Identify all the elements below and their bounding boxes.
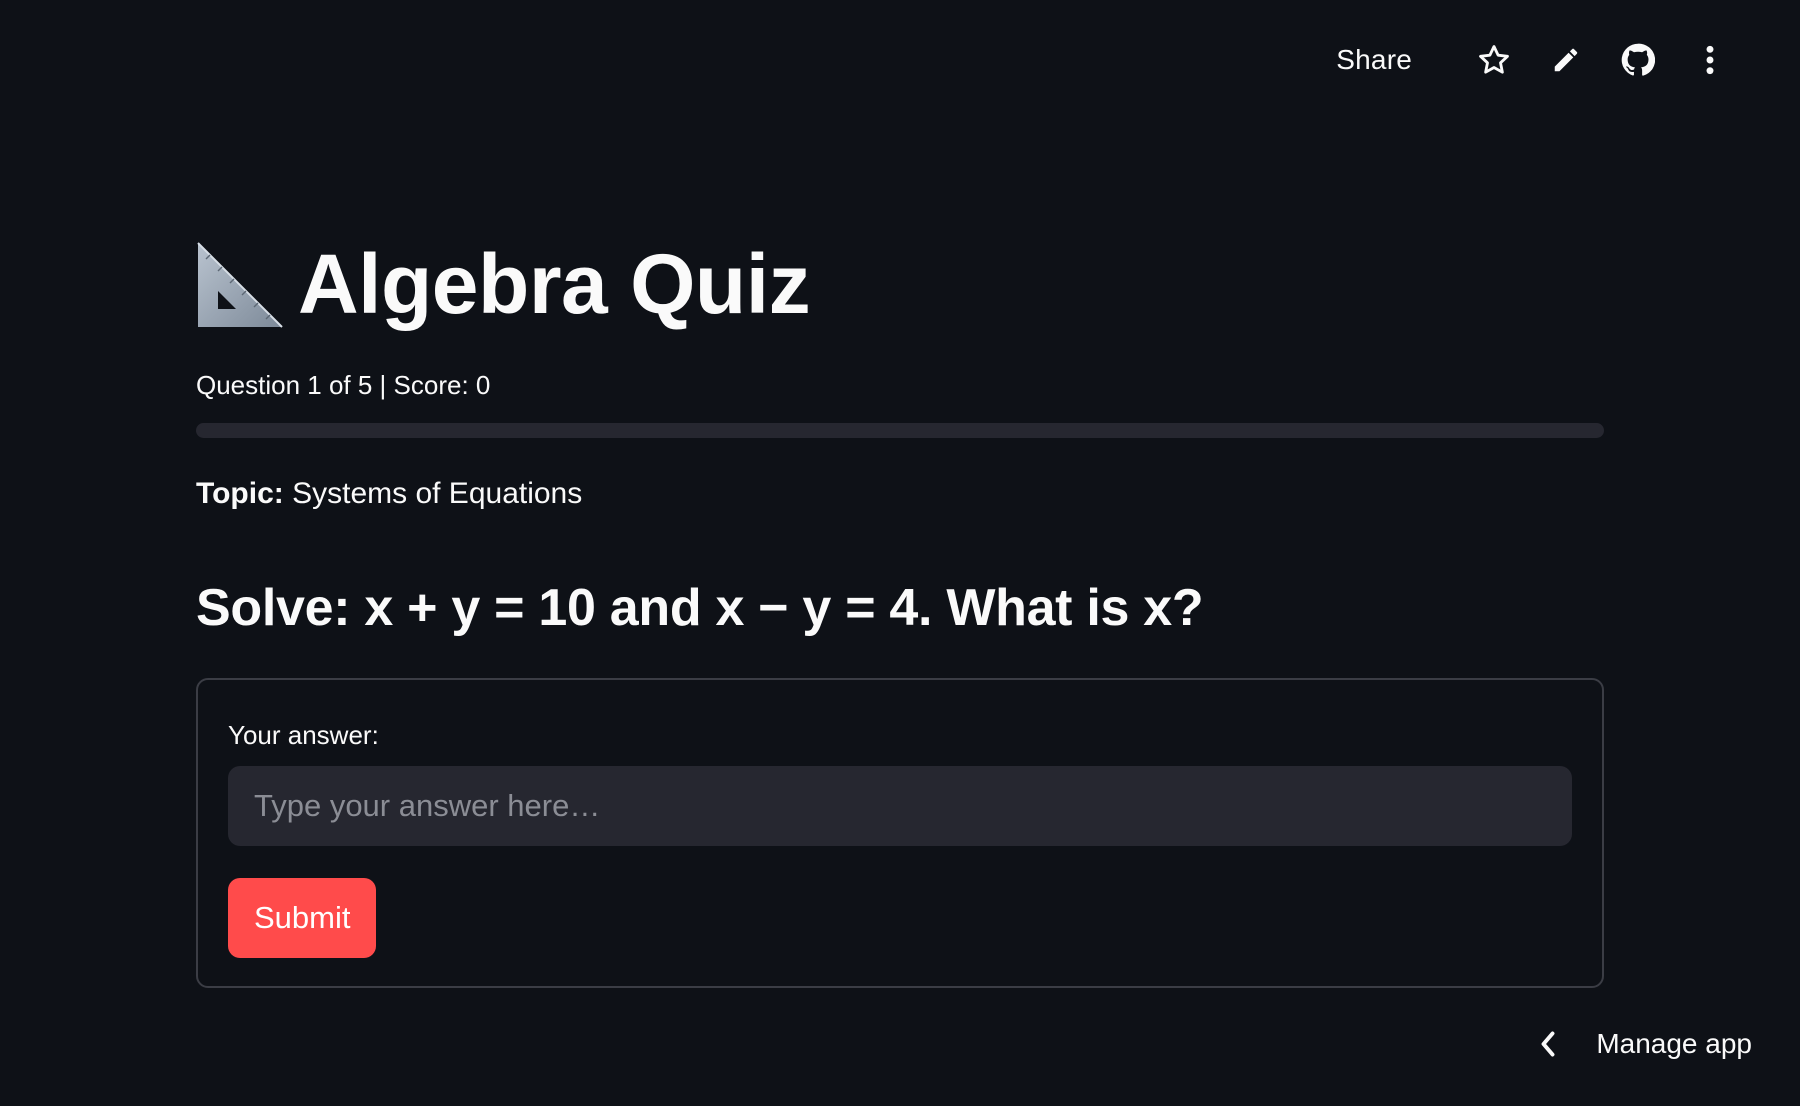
- github-icon[interactable]: [1614, 36, 1662, 84]
- submit-button[interactable]: Submit: [228, 878, 377, 958]
- page-title: Algebra Quiz: [298, 237, 811, 331]
- progress-status: Question 1 of 5 | Score: 0: [196, 370, 491, 400]
- answer-form: Your answer: Submit: [196, 678, 1604, 988]
- more-vertical-icon[interactable]: [1686, 36, 1734, 84]
- topic-label: Topic:: [196, 477, 284, 510]
- manage-app-label: Manage app: [1596, 1028, 1752, 1059]
- chevron-left-icon: [1528, 1024, 1568, 1064]
- progress-bar: [196, 423, 1604, 438]
- question-text: Solve: x + y = 10 and x − y = 4. What is…: [196, 579, 1204, 637]
- star-icon[interactable]: [1470, 36, 1518, 84]
- top-toolbar: Share: [1322, 36, 1734, 84]
- share-button[interactable]: Share: [1322, 38, 1426, 82]
- manage-app-button[interactable]: Manage app: [1528, 1014, 1752, 1074]
- pencil-icon[interactable]: [1542, 36, 1590, 84]
- answer-label: Your answer:: [228, 720, 379, 750]
- answer-input[interactable]: [228, 766, 1572, 846]
- triangular-ruler-icon: [196, 239, 286, 329]
- page-header: Algebra Quiz: [196, 234, 811, 334]
- topic-value: Systems of Equations: [283, 477, 583, 510]
- topic-line: Topic: Systems of Equations: [196, 477, 582, 511]
